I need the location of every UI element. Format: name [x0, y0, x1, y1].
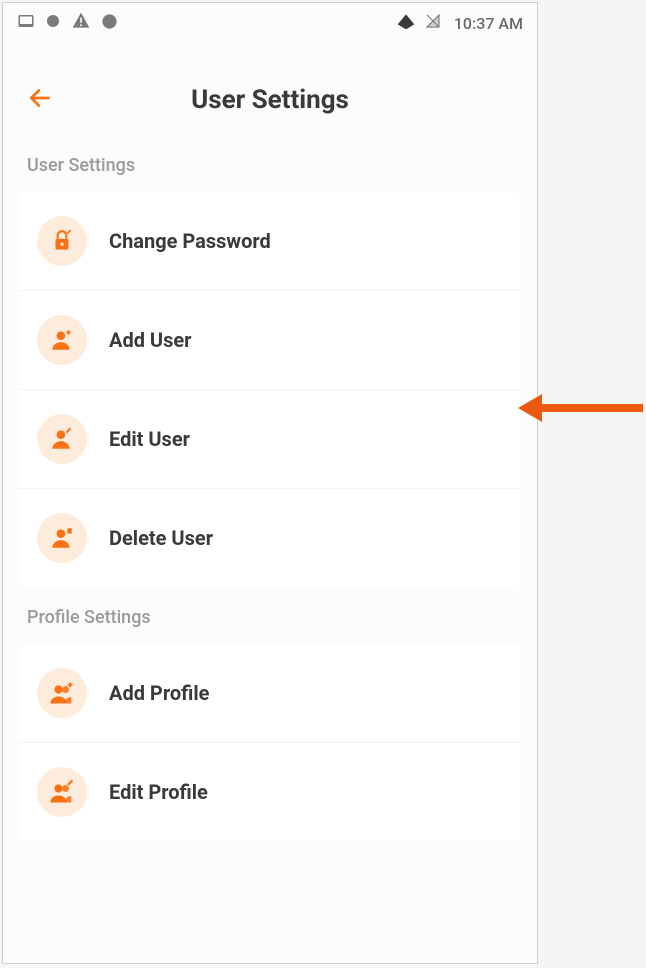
list-item-change-password[interactable]: Change Password — [19, 192, 521, 290]
circle-icon — [45, 13, 61, 33]
status-left — [17, 11, 118, 35]
section-user-settings: User Settings Change Password Add User E… — [3, 135, 537, 587]
section-title-user-settings: User Settings — [19, 155, 521, 192]
warning-icon — [71, 11, 91, 35]
arrow-left-icon — [27, 85, 53, 111]
annotation-arrow — [518, 388, 646, 432]
lock-edit-icon — [37, 216, 87, 266]
list-item-edit-user[interactable]: Edit User — [19, 389, 521, 488]
item-label: Add User — [109, 328, 192, 352]
list-item-add-profile[interactable]: Add Profile — [19, 644, 521, 742]
section-title-profile-settings: Profile Settings — [19, 607, 521, 644]
signal-icon — [424, 12, 442, 34]
status-time: 10:37 AM — [454, 14, 523, 33]
list-item-delete-user[interactable]: Delete User — [19, 488, 521, 587]
user-plus-icon — [37, 315, 87, 365]
item-label: Change Password — [109, 229, 271, 253]
status-right: 10:37 AM — [396, 11, 523, 35]
globe-icon — [101, 13, 118, 34]
header: User Settings — [3, 43, 537, 135]
item-label: Add Profile — [109, 681, 209, 705]
section-profile-settings: Profile Settings Add Profile Edit Profil… — [3, 587, 537, 841]
item-label: Edit User — [109, 427, 190, 451]
card-profile-settings: Add Profile Edit Profile — [19, 644, 521, 841]
item-label: Delete User — [109, 526, 213, 550]
back-button[interactable] — [27, 85, 53, 115]
wifi-icon — [396, 11, 416, 35]
phone-frame: 10:37 AM User Settings User Settings Cha… — [2, 2, 538, 964]
page-title: User Settings — [27, 85, 513, 115]
card-user-settings: Change Password Add User Edit User Delet… — [19, 192, 521, 587]
user-delete-icon — [37, 513, 87, 563]
users-plus-icon — [37, 668, 87, 718]
list-item-add-user[interactable]: Add User — [19, 290, 521, 389]
user-edit-icon — [37, 414, 87, 464]
card-icon — [17, 12, 35, 34]
users-edit-icon — [37, 767, 87, 817]
list-item-edit-profile[interactable]: Edit Profile — [19, 742, 521, 841]
status-bar: 10:37 AM — [3, 3, 537, 43]
item-label: Edit Profile — [109, 780, 208, 804]
arrow-left-annotation-icon — [518, 388, 646, 428]
